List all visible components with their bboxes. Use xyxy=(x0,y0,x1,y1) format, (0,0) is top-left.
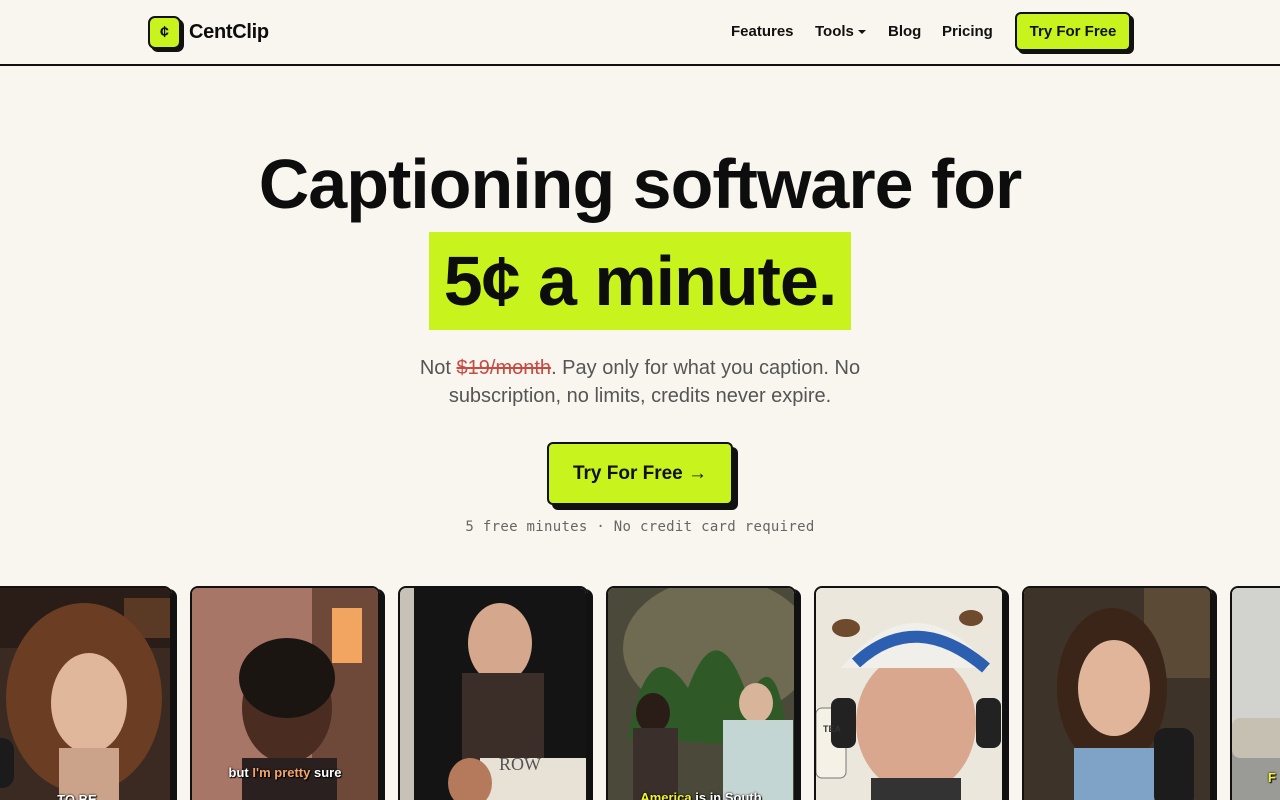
hero-try-free-button[interactable]: Try For Free → xyxy=(547,442,733,505)
caption-text: TO BE xyxy=(57,792,97,800)
video-card[interactable]: F xyxy=(1230,586,1280,800)
mug-text: TEA xyxy=(823,724,841,734)
nav-tools-label: Tools xyxy=(815,23,854,40)
video-caption: TO BE xyxy=(0,792,170,800)
logo-link[interactable]: ¢ CentClip xyxy=(148,16,269,49)
video-thumbnail-icon xyxy=(1024,588,1210,800)
hero-headline-highlight: 5¢ a minute. xyxy=(429,232,851,330)
nav-tools-link[interactable]: Tools xyxy=(815,22,866,42)
video-caption: America is in South xyxy=(608,790,794,800)
caption-text: but xyxy=(228,765,253,780)
nav-features-link[interactable]: Features xyxy=(731,22,794,42)
brand-name: CentClip xyxy=(189,21,269,43)
chevron-down-icon xyxy=(857,30,866,35)
caption-text: is in South xyxy=(691,790,762,800)
video-card[interactable] xyxy=(1022,586,1212,800)
hero-headline: Captioning software for xyxy=(258,145,1023,223)
nav-pricing-link[interactable]: Pricing xyxy=(942,22,993,42)
hero-note: 5 free minutes · No credit card required xyxy=(465,519,815,535)
video-caption: but I'm pretty sure xyxy=(192,765,378,780)
video-card[interactable]: ROW xyxy=(398,586,588,800)
video-thumbnail-icon xyxy=(0,588,170,800)
caption-highlight: I'm pretty xyxy=(252,765,311,780)
caption-highlight: America xyxy=(640,790,692,800)
video-card[interactable]: but I'm pretty sure xyxy=(190,586,380,800)
sign-text: ROW xyxy=(499,754,541,774)
video-card[interactable]: America is in South xyxy=(606,586,796,800)
top-nav: ¢ CentClip Features Tools Blog Pricing T… xyxy=(0,0,1280,66)
video-card[interactable]: TEA xyxy=(814,586,1004,800)
sub-prefix: Not xyxy=(419,357,457,379)
cent-logo-icon: ¢ xyxy=(148,16,181,49)
caption-text: sure xyxy=(310,765,342,780)
nav-blog-link[interactable]: Blog xyxy=(888,22,921,42)
strikethrough-price: $19/month xyxy=(456,357,552,379)
video-thumbnail-icon xyxy=(1232,588,1280,800)
video-caption: F xyxy=(1268,770,1276,785)
video-card[interactable]: TO BE xyxy=(0,586,172,800)
nav-try-free-button[interactable]: Try For Free xyxy=(1015,12,1131,51)
video-examples-strip: TO BE but I'm pretty sure ROW America is… xyxy=(0,586,1280,800)
video-thumbnail-icon xyxy=(816,588,1002,800)
hero-subtitle: Not $19/month. Pay only for what you cap… xyxy=(390,354,890,410)
video-thumbnail-icon xyxy=(608,588,794,800)
